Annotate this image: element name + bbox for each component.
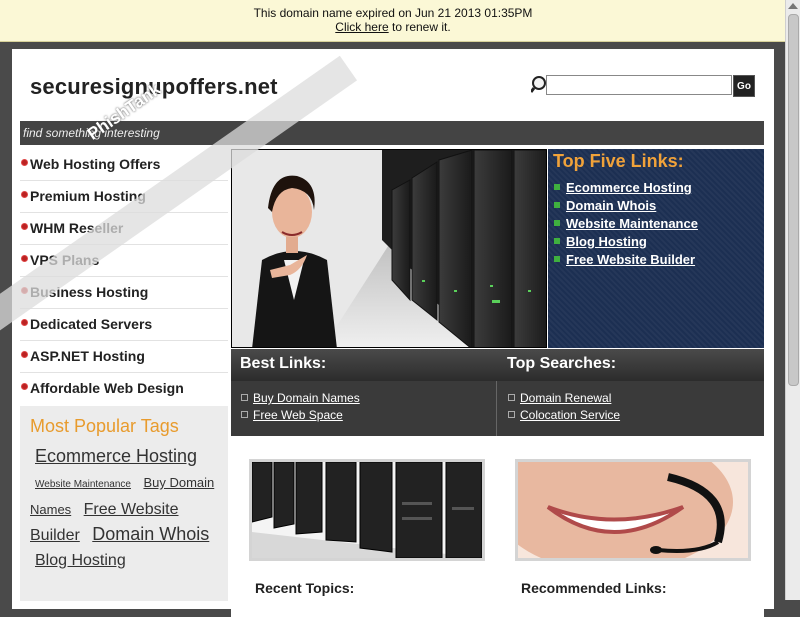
green-bullet-icon: [554, 238, 560, 244]
renew-link[interactable]: Click here: [335, 20, 388, 34]
servers-thumbnail: [249, 459, 485, 561]
scroll-thumb[interactable]: [788, 14, 799, 386]
sidebar-item-label: Web Hosting Offers: [30, 156, 161, 172]
top-search-link[interactable]: Domain Renewal: [520, 391, 611, 405]
list-item: Domain Renewal: [507, 389, 620, 406]
green-bullet-icon: [554, 202, 560, 208]
red-bullet-icon: [21, 191, 28, 198]
top-five-list: Ecommerce Hosting Domain Whois Website M…: [553, 179, 698, 269]
page-content: securesignupoffers.net Go find something…: [12, 49, 774, 617]
sidebar-item-label: Business Hosting: [30, 284, 149, 300]
best-links-header: Best Links: Top Searches:: [231, 349, 764, 381]
lower-content: Recent Topics: Recommended Links:: [231, 437, 764, 617]
tagline-bar: find something interesting: [20, 121, 764, 145]
sidebar-item-business-hosting[interactable]: Business Hosting: [20, 277, 228, 309]
recommended-links-title: Recommended Links:: [521, 580, 667, 596]
red-bullet-icon: [21, 223, 28, 230]
search-go-button[interactable]: Go: [733, 75, 755, 97]
sidebar-item-vps-plans[interactable]: VPS Plans: [20, 245, 228, 277]
sidebar-item-label: Premium Hosting: [30, 188, 146, 204]
top-five-link[interactable]: Blog Hosting: [566, 234, 647, 249]
hero-image: [231, 149, 547, 348]
sidebar-item-premium-hosting[interactable]: Premium Hosting: [20, 181, 228, 213]
page-scrollbar[interactable]: [785, 0, 800, 600]
list-item: Domain Whois: [553, 197, 698, 215]
list-item: Ecommerce Hosting: [553, 179, 698, 197]
red-bullet-icon: [21, 159, 28, 166]
tag-link[interactable]: Domain Whois: [92, 524, 209, 544]
sidebar-nav: Web Hosting Offers Premium Hosting WHM R…: [20, 149, 228, 404]
green-bullet-icon: [554, 184, 560, 190]
red-bullet-icon: [21, 255, 28, 262]
best-links-title: Best Links:: [240, 355, 327, 372]
top-five-link[interactable]: Free Website Builder: [566, 252, 695, 267]
best-link[interactable]: Free Web Space: [253, 408, 343, 422]
support-thumbnail: [515, 459, 751, 561]
top-search-link[interactable]: Colocation Service: [520, 408, 620, 422]
tagline: find something interesting: [23, 126, 160, 140]
top-five-link[interactable]: Website Maintenance: [566, 216, 698, 231]
best-link[interactable]: Buy Domain Names: [253, 391, 360, 405]
popular-tags-title: Most Popular Tags: [30, 416, 179, 436]
top-five-title: Top Five Links:: [553, 151, 684, 171]
sidebar-item-label: WHM Reseller: [30, 220, 124, 236]
scroll-up-arrow-icon[interactable]: [788, 3, 798, 9]
list-item: Free Website Builder: [553, 251, 698, 269]
list-item: Colocation Service: [507, 406, 620, 423]
sidebar-item-web-hosting-offers[interactable]: Web Hosting Offers: [20, 149, 228, 181]
sidebar-item-affordable-web-design[interactable]: Affordable Web Design: [20, 373, 228, 404]
expired-message: This domain name expired on Jun 21 2013 …: [253, 6, 533, 20]
tag-cloud: Ecommerce Hosting Website Maintenance Bu…: [30, 444, 222, 573]
sidebar-item-label: ASP.NET Hosting: [30, 348, 145, 364]
sidebar-item-whm-reseller[interactable]: WHM Reseller: [20, 213, 228, 245]
tag-link[interactable]: Website Maintenance: [35, 479, 131, 490]
servers-image: [252, 462, 482, 558]
column-divider: [496, 381, 497, 436]
tag-link[interactable]: Blog Hosting: [35, 552, 126, 569]
top-searches-list: Domain Renewal Colocation Service: [507, 389, 620, 423]
top-five-links-panel: Top Five Links: Ecommerce Hosting Domain…: [548, 149, 764, 348]
red-bullet-icon: [21, 287, 28, 294]
top-searches-title: Top Searches:: [507, 355, 617, 372]
best-links-list: Buy Domain Names Free Web Space: [240, 389, 360, 423]
search-input[interactable]: [546, 75, 732, 95]
sidebar-item-label: Affordable Web Design: [30, 380, 184, 396]
sidebar-item-dedicated-servers[interactable]: Dedicated Servers: [20, 309, 228, 341]
square-bullet-icon: [241, 394, 248, 401]
tag-link[interactable]: Ecommerce Hosting: [35, 446, 197, 466]
red-bullet-icon: [21, 351, 28, 358]
top-five-link[interactable]: Ecommerce Hosting: [566, 180, 692, 195]
support-image: [518, 462, 748, 558]
popular-tags-box: Most Popular Tags Ecommerce Hosting Webs…: [20, 406, 228, 601]
square-bullet-icon: [508, 394, 515, 401]
sidebar-item-label: VPS Plans: [30, 252, 100, 268]
green-bullet-icon: [554, 220, 560, 226]
site-logo[interactable]: securesignupoffers.net: [30, 74, 278, 100]
top-five-link[interactable]: Domain Whois: [566, 198, 656, 213]
list-item: Blog Hosting: [553, 233, 698, 251]
domain-expired-notice: This domain name expired on Jun 21 2013 …: [0, 0, 786, 42]
square-bullet-icon: [508, 411, 515, 418]
square-bullet-icon: [241, 411, 248, 418]
red-bullet-icon: [21, 319, 28, 326]
hero-illustration: [232, 150, 546, 347]
red-bullet-icon: [21, 383, 28, 390]
list-item: Website Maintenance: [553, 215, 698, 233]
recent-topics-title: Recent Topics:: [255, 580, 355, 596]
list-item: Free Web Space: [240, 406, 360, 423]
sidebar-item-label: Dedicated Servers: [30, 316, 153, 332]
renew-text: to renew it.: [388, 20, 451, 34]
sidebar-item-aspnet-hosting[interactable]: ASP.NET Hosting: [20, 341, 228, 373]
best-links-section: Best Links: Top Searches: Buy Domain Nam…: [231, 349, 764, 436]
green-bullet-icon: [554, 256, 560, 262]
list-item: Buy Domain Names: [240, 389, 360, 406]
